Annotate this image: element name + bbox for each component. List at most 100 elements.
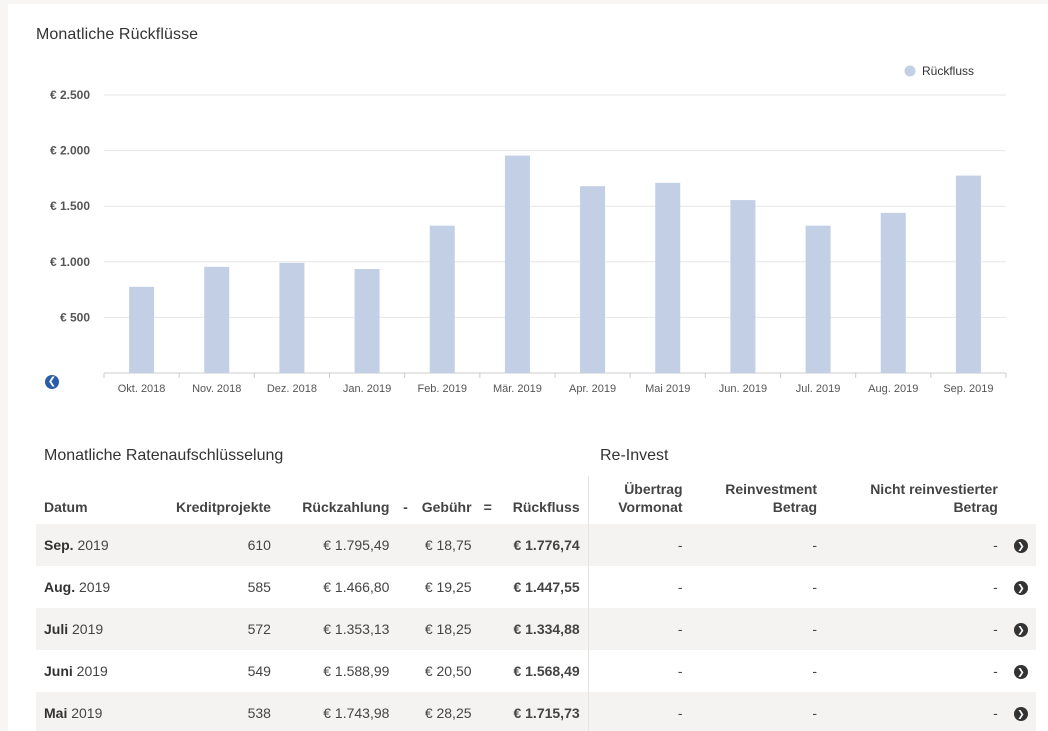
cell-not-reinvested: -	[825, 608, 1006, 650]
header-reinvest-line1: Reinvestment	[725, 481, 818, 497]
header-date: Datum	[44, 499, 88, 515]
cell-return: € 1.715,73	[495, 692, 589, 731]
cell-reinvest: -	[690, 692, 826, 731]
bar	[354, 269, 380, 373]
legend-label: Rückfluss	[922, 64, 974, 78]
cell-return: € 1.776,74	[495, 524, 589, 566]
bar	[129, 286, 155, 373]
table-row[interactable]: Sep. 2019 610 € 1.795,49 € 18,75 € 1.776…	[36, 524, 1036, 566]
header-reinvest-line2: Betrag	[772, 499, 818, 515]
cell-projects: 585	[247, 579, 271, 595]
cell-month: Aug.	[44, 579, 76, 595]
cell-date: Juni 2019	[36, 650, 140, 692]
cell-date: Aug. 2019	[36, 566, 140, 608]
table-header-row: Datum Kreditprojekte Rückzahlung - Gebüh…	[36, 476, 1036, 524]
bar	[730, 200, 756, 373]
chevron-right-icon[interactable]: ❯	[1013, 539, 1028, 554]
chevron-right-icon[interactable]: ❯	[1013, 581, 1028, 596]
cell-month: Juni	[44, 663, 73, 679]
table-row[interactable]: Aug. 2019 585 € 1.466,80 € 19,25 € 1.447…	[36, 566, 1036, 608]
cell-fee: € 19,25	[424, 579, 472, 595]
breakdown-table: Datum Kreditprojekte Rückzahlung - Gebüh…	[36, 476, 1036, 731]
cell-spacer	[479, 608, 496, 650]
x-tick-label: Okt. 2018	[118, 383, 166, 395]
header-return: Rückfluss	[512, 499, 580, 515]
cell-projects: 538	[140, 692, 279, 731]
y-tick-label: € 2.000	[50, 144, 90, 158]
table-row[interactable]: Mai 2019 538 € 1.743,98 € 28,25 € 1.715,…	[36, 692, 1036, 731]
cell-spacer	[397, 566, 413, 608]
cell-date: Mai 2019	[36, 692, 141, 731]
cell-repayment: € 1.588,99	[323, 663, 390, 679]
cell-not-reinvested: -	[825, 692, 1006, 731]
cell-fee: € 28,25	[413, 692, 480, 731]
cell-not-reinvested: -	[825, 524, 1006, 566]
cell-projects: 572	[140, 608, 279, 650]
cell-spacer	[480, 650, 496, 692]
breakdown-title: Monatliche Ratenaufschlüsselung	[44, 447, 284, 464]
chevron-right-icon[interactable]: ❯	[1013, 707, 1028, 722]
x-tick-label: Jun. 2019	[719, 383, 767, 395]
x-tick-label: Jan. 2019	[343, 383, 391, 395]
returns-card: Monatliche Rückflüsse € 500 € 1.000 € 1.50…	[8, 4, 1048, 731]
cell-projects: 610	[140, 524, 279, 566]
x-tick-label: Mär. 2019	[493, 383, 542, 395]
cell-month: Mai	[44, 705, 68, 721]
bar	[955, 175, 981, 373]
header-minus: -	[403, 499, 408, 515]
cell-carry: -	[587, 524, 691, 566]
cell-fee: € 20,50	[424, 663, 472, 679]
table-row[interactable]: Juni 2019 549 € 1.588,99 € 20,50 € 1.568…	[36, 650, 1036, 692]
cell-year: 2019	[79, 579, 111, 595]
x-tick-label: Nov. 2018	[192, 383, 241, 395]
cell-repayment: € 1.795,49	[278, 524, 398, 566]
cell-action: ❯	[1005, 608, 1036, 650]
returns-bar-chart: € 500 € 1.000 € 1.500 € 2.000 € 2.500 Okt. 20…	[50, 64, 1007, 395]
cell-carry: -	[587, 692, 691, 731]
cell-year: 2019	[76, 663, 108, 679]
cell-spacer	[480, 566, 496, 608]
cell-spacer	[479, 524, 496, 566]
y-tick-label: € 2.500	[50, 88, 90, 102]
cell-spacer	[397, 524, 414, 566]
bar	[504, 155, 530, 373]
bar	[204, 266, 230, 373]
x-tick-label: Mai 2019	[645, 383, 690, 395]
x-tick-label: Aug. 2019	[868, 383, 918, 395]
cell-carry: -	[587, 566, 691, 608]
table-row[interactable]: Juli 2019 572 € 1.353,13 € 18,25 € 1.334…	[36, 608, 1036, 650]
bar	[279, 262, 305, 373]
cell-action: ❯	[1006, 650, 1036, 692]
chevron-right-icon[interactable]: ❯	[1013, 623, 1028, 638]
cell-spacer	[397, 692, 414, 731]
cell-action: ❯	[1005, 692, 1036, 731]
cell-repayment: € 1.353,13	[278, 608, 398, 650]
header-not-reinvested-line2: Betrag	[953, 499, 998, 515]
bar	[805, 225, 831, 373]
cell-action: ❯	[1005, 524, 1036, 566]
bar	[429, 225, 455, 373]
cell-not-reinvested: -	[993, 663, 998, 679]
header-equals: =	[483, 499, 492, 515]
bar	[580, 186, 606, 373]
cell-not-reinvested: -	[993, 579, 998, 595]
header-fee: Gebühr	[421, 499, 472, 515]
bar	[880, 212, 906, 373]
cell-month: Sep.	[44, 537, 74, 553]
cell-action: ❯	[1006, 566, 1036, 608]
chevron-right-icon[interactable]: ❯	[1013, 665, 1028, 680]
cell-carry: -	[587, 608, 691, 650]
y-tick-label: € 500	[60, 310, 90, 324]
cell-repayment: € 1.743,98	[278, 692, 398, 731]
cell-month: Juli	[44, 621, 69, 637]
cell-fee: € 18,75	[413, 524, 480, 566]
cell-return: € 1.447,55	[513, 579, 580, 595]
header-reinvest: Reinvestment Betrag	[691, 476, 826, 524]
header-not-reinvested-line1: Nicht reinvestierter	[870, 481, 998, 497]
cell-date: Juli 2019	[36, 608, 141, 650]
x-tick-label: Apr. 2019	[569, 383, 616, 395]
x-tick-label: Sep. 2019	[943, 383, 993, 395]
chevron-left-icon[interactable]: ❮	[45, 375, 59, 389]
cell-projects: 549	[247, 663, 271, 679]
cell-spacer	[397, 608, 414, 650]
